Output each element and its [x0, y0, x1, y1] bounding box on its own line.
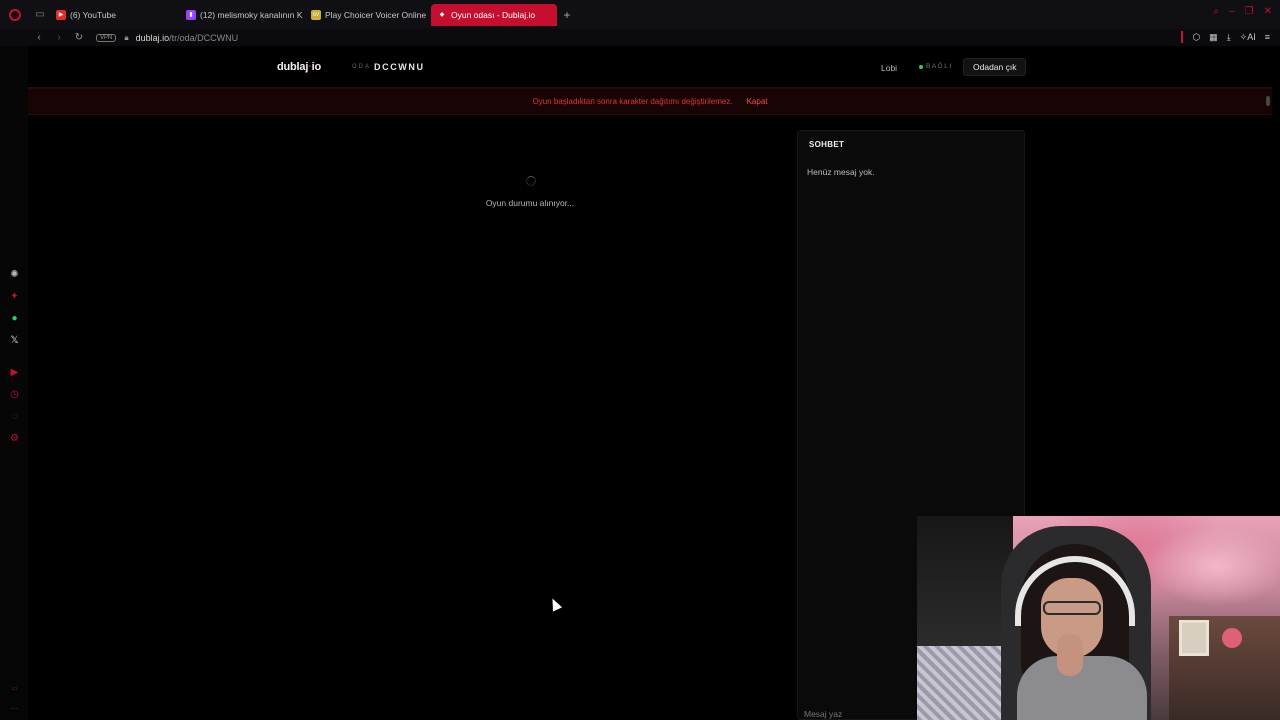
chat-title: SOHBET: [809, 140, 845, 149]
reload-icon[interactable]: ↻: [70, 32, 88, 43]
ai-label: AI: [1247, 31, 1256, 42]
window-controls: ⌕ – ❐ ✕: [1213, 6, 1272, 17]
tab-label: Play Choicer Voicer Online: [325, 9, 427, 20]
close-window-icon[interactable]: ✕: [1264, 6, 1272, 17]
status-dot-icon: [919, 64, 923, 69]
browser-tab-strip: ▭ ▶ (6) YouTube ▮ (12) melismoky kanalının …: [0, 0, 1280, 29]
game-area: Oyun durumu alınıyor...: [28, 116, 796, 720]
browser-tab[interactable]: ▶ (6) YouTube: [50, 4, 180, 26]
more-icon[interactable]: ···: [8, 702, 21, 715]
tab-manager-icon[interactable]: ▭: [30, 0, 50, 29]
webcam-person-hand: [1057, 634, 1083, 676]
logo-suffix: io: [311, 61, 322, 73]
extension-icon[interactable]: ▦: [1209, 32, 1218, 43]
tab-label: Oyun odası - Dublaj.io: [451, 9, 536, 20]
browser-tab[interactable]: cv Play Choicer Voicer Online: [305, 4, 431, 26]
connection-status: BAĞLI: [919, 63, 953, 70]
close-banner-link[interactable]: Kapat: [747, 97, 768, 106]
browser-tab[interactable]: ◆ Oyun odası - Dublaj.io: [431, 3, 557, 26]
site-logo[interactable]: dublaj·io: [277, 61, 321, 73]
leave-room-button[interactable]: Odadan çık: [963, 58, 1027, 76]
loading-spinner-icon: [526, 176, 536, 186]
toolbar-accent: [1181, 31, 1184, 43]
download-icon[interactable]: ⤓: [1227, 32, 1231, 43]
messages-icon[interactable]: ◌: [8, 410, 21, 423]
menu-icon[interactable]: ≡: [1265, 32, 1270, 42]
tab-favicon-icon: cv: [311, 9, 321, 20]
room-label: ODA: [352, 64, 372, 70]
snapshot-icon[interactable]: ⬡: [1192, 32, 1200, 43]
tab-label: (12) melismoky kanalının K: [200, 9, 303, 20]
warning-banner: Oyun başladıktan sonra karakter dağıtımı…: [28, 88, 1272, 115]
browser-sidebar: ✺ ✦ ● 𝕏 ▶ ◷ ◌ ⚙ ▭ ···: [0, 46, 28, 720]
settings-icon[interactable]: ⚙: [8, 432, 21, 445]
tab-label: (6) YouTube: [70, 9, 116, 20]
tab-favicon-icon: ▮: [186, 9, 196, 20]
room-code: DCCWNU: [374, 62, 425, 72]
webcam-overlay: [917, 516, 1280, 720]
address-bar: ‹ › ↻ VPN 🔒︎ dublaj.io/tr/oda/DCCWNU ⬡ ▦…: [0, 29, 1280, 46]
history-icon[interactable]: ◷: [8, 388, 21, 401]
restore-icon[interactable]: ❐: [1245, 6, 1254, 17]
status-text: BAĞLI: [926, 63, 953, 70]
search-icon[interactable]: ⌕: [1213, 6, 1219, 17]
page-scrollbar[interactable]: [1266, 96, 1270, 106]
forward-arrow-icon[interactable]: ›: [50, 32, 68, 43]
url-field[interactable]: dublaj.io/tr/oda/DCCWNU: [136, 33, 239, 43]
chat-empty-message: Henüz mesaj yok.: [807, 167, 875, 177]
webcam-flower: [1222, 628, 1242, 648]
tab-favicon-icon: ◆: [439, 12, 445, 18]
browser-tab[interactable]: ▮ (12) melismoky kanalının K: [180, 4, 305, 26]
aria-icon[interactable]: ✦: [8, 290, 21, 303]
opera-logo-icon[interactable]: [0, 0, 30, 29]
toolbar-right: ⬡ ▦ ⤓ ✧AI ≡: [1181, 31, 1270, 43]
tab-favicon-icon: ▶: [56, 9, 66, 20]
url-path: /tr/oda/DCCWNU: [169, 32, 239, 43]
sidebar-sponsor-icon[interactable]: ▭: [8, 682, 21, 695]
chat-message-input[interactable]: [804, 707, 914, 720]
warning-text: Oyun başladıktan sonra karakter dağıtımı…: [532, 97, 733, 106]
player-icon[interactable]: ▶: [8, 366, 21, 379]
chatgpt-icon[interactable]: ✺: [8, 268, 21, 281]
whatsapp-icon[interactable]: ●: [8, 312, 21, 325]
minimize-icon[interactable]: –: [1229, 6, 1235, 17]
x-twitter-icon[interactable]: 𝕏: [8, 334, 21, 347]
lobby-link[interactable]: Lobi: [881, 63, 897, 73]
logo-text: dublaj: [277, 61, 309, 73]
vpn-badge[interactable]: VPN: [96, 33, 117, 42]
back-arrow-icon[interactable]: ‹: [30, 32, 48, 43]
url-host: dublaj.io: [135, 32, 170, 43]
site-header: dublaj·io ODA DCCWNU Lobi BAĞLI Odadan ç…: [28, 46, 1272, 88]
lock-icon[interactable]: 🔒︎: [124, 33, 128, 43]
new-tab-button[interactable]: +: [559, 7, 575, 23]
webcam-picture-frame: [1179, 620, 1209, 656]
aria-ai-button[interactable]: ✧AI: [1240, 32, 1256, 43]
